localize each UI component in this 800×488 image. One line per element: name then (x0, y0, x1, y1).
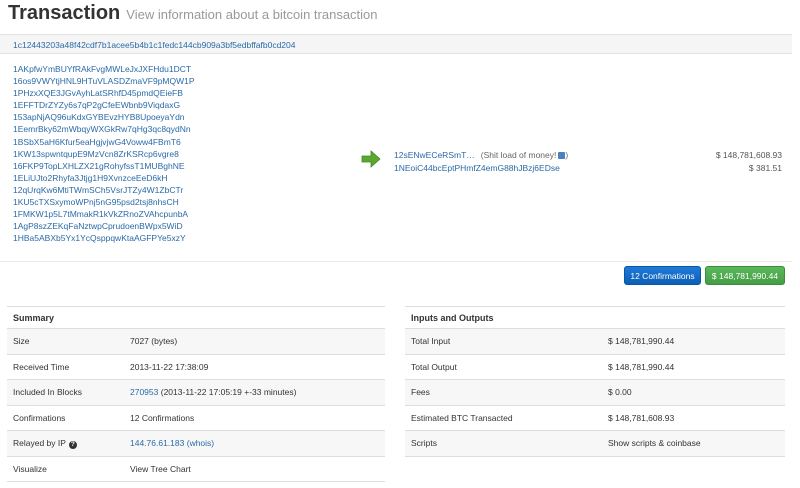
summary-row-visualize: Visualize View Tree Chart (7, 457, 385, 482)
io-title: Inputs and Outputs (405, 307, 785, 329)
output-amount: $ 381.51 (748, 162, 782, 173)
input-address[interactable]: 16FKP9TopLXHLZX21gRohyfssT1MUBghNE (13, 160, 195, 172)
show-scripts-link[interactable]: Show scripts & coinbase (608, 431, 701, 456)
output-address-list: 12sENwECeRSmT… (Shit load of money!) $ 14… (394, 149, 782, 174)
io-row-fees: Fees $ 0.00 (405, 380, 785, 406)
block-link[interactable]: 270953 (130, 387, 158, 397)
summary-row-relayed: Relayed by IP? 144.76.61.183 (whois) (7, 431, 385, 457)
summary-row-included: Included In Blocks 270953 (2013-11-22 17… (7, 380, 385, 406)
summary-title: Summary (7, 307, 385, 329)
input-address[interactable]: 1KU5cTXSxymoWPnj5nG95psd2tsj8nhsCH (13, 196, 195, 208)
output-address[interactable]: 1NEoiC44bcEptPHmfZ4emG88hJBzj6EDse (394, 163, 560, 173)
input-address[interactable]: 1PHzxXQE3JGvAyhLatSRhfD45pmdQEieFB (13, 87, 195, 99)
question-icon[interactable]: ? (68, 441, 77, 449)
relay-ip-link[interactable]: 144.76.61.183 (130, 438, 184, 448)
input-address[interactable]: 1EFFTDrZYZy6s7qP2gCfeEWbnb9ViqdaxG (13, 99, 195, 111)
page-header: Transaction View information about a bit… (8, 2, 378, 28)
input-address[interactable]: 1KW13spwntqupE9MzVcn8ZrKSRcp6vgre8 (13, 148, 195, 160)
input-address[interactable]: 1EemrBky62mWbqyWXGkRw7qHg3qc8qydNn (13, 123, 195, 135)
io-row-total-input: Total Input $ 148,781,990.44 (405, 329, 785, 355)
output-row: 1NEoiC44bcEptPHmfZ4emG88hJBzj6EDse $ 381… (394, 162, 782, 175)
total-amount-button[interactable]: $ 148,781,990.44 (705, 266, 785, 285)
input-address[interactable]: 16os9VWYtjHNL9HTuVLASDZmaVF9pMQW1P (13, 75, 195, 87)
tx-hash-link[interactable]: 1c12443203a48f42cdf7b1acee5b4b1c1fedc144… (13, 40, 296, 50)
input-address-list: 1AKpfwYmBUYfRAkFvgMWLeJxJXFHdu1DCT 16os9… (13, 63, 195, 244)
arrow-right-icon (361, 150, 381, 168)
inputs-outputs-panel: Inputs and Outputs Total Input $ 148,781… (405, 306, 785, 457)
whois-link[interactable]: (whois) (187, 438, 214, 448)
input-address[interactable]: 1FMKW1p5L7tMmakR1kVkZRnoZVAhcpunbA (13, 208, 195, 220)
summary-row-received: Received Time 2013-11-22 17:38:09 (7, 355, 385, 380)
input-address[interactable]: 1BSbX5aH6Kfur5eaHgjvjwG4Voww4FBmT6 (13, 136, 195, 148)
output-address[interactable]: 12sENwECeRSmT… (394, 150, 475, 160)
input-address[interactable]: 1AgP8szZEKqFaNztwpCprudoenBWpx5WiD (13, 220, 195, 232)
tx-hash-row: 1c12443203a48f42cdf7b1acee5b4b1c1fedc144… (0, 34, 792, 54)
transaction-io-area: 1AKpfwYmBUYfRAkFvgMWLeJxJXFHdu1DCT 16os9… (0, 54, 792, 262)
confirmations-button[interactable]: 12 Confirmations (624, 266, 701, 285)
input-address[interactable]: 1ELiUJto2Rhyfa3Jtjg1H9XvnzceEeD6kH (13, 172, 195, 184)
io-row-scripts: Scripts Show scripts & coinbase (405, 431, 785, 457)
summary-row-size: Size 7027 (bytes) (7, 329, 385, 355)
page-title: Transaction (8, 2, 121, 24)
input-address[interactable]: 12qUrqKw6MtiTWmSCh5VsrJTZy4W1ZbCTr (13, 184, 195, 196)
view-tree-chart-link[interactable]: View Tree Chart (130, 457, 191, 482)
summary-row-confirmations: Confirmations 12 Confirmations (7, 406, 385, 431)
output-row: 12sENwECeRSmT… (Shit load of money!) $ 14… (394, 149, 782, 162)
summary-panel: Summary Size 7027 (bytes) Received Time … (7, 306, 385, 482)
output-amount: $ 148,781,608.93 (715, 150, 782, 160)
io-row-total-output: Total Output $ 148,781,990.44 (405, 355, 785, 380)
input-address[interactable]: 1AKpfwYmBUYfRAkFvgMWLeJxJXFHdu1DCT (13, 63, 195, 75)
input-address[interactable]: 153apNjAQ96uKdxGYBEvzHYB8UpoeyaYdn (13, 111, 195, 123)
output-note: (Shit load of money!) (480, 150, 569, 160)
io-row-estimated: Estimated BTC Transacted $ 148,781,608.9… (405, 406, 785, 431)
input-address[interactable]: 1HBa5ABXb5Yx1YcQsppqwKtaAGFPYe5xzY (13, 232, 195, 244)
page-subtitle: View information about a bitcoin transac… (126, 7, 378, 22)
